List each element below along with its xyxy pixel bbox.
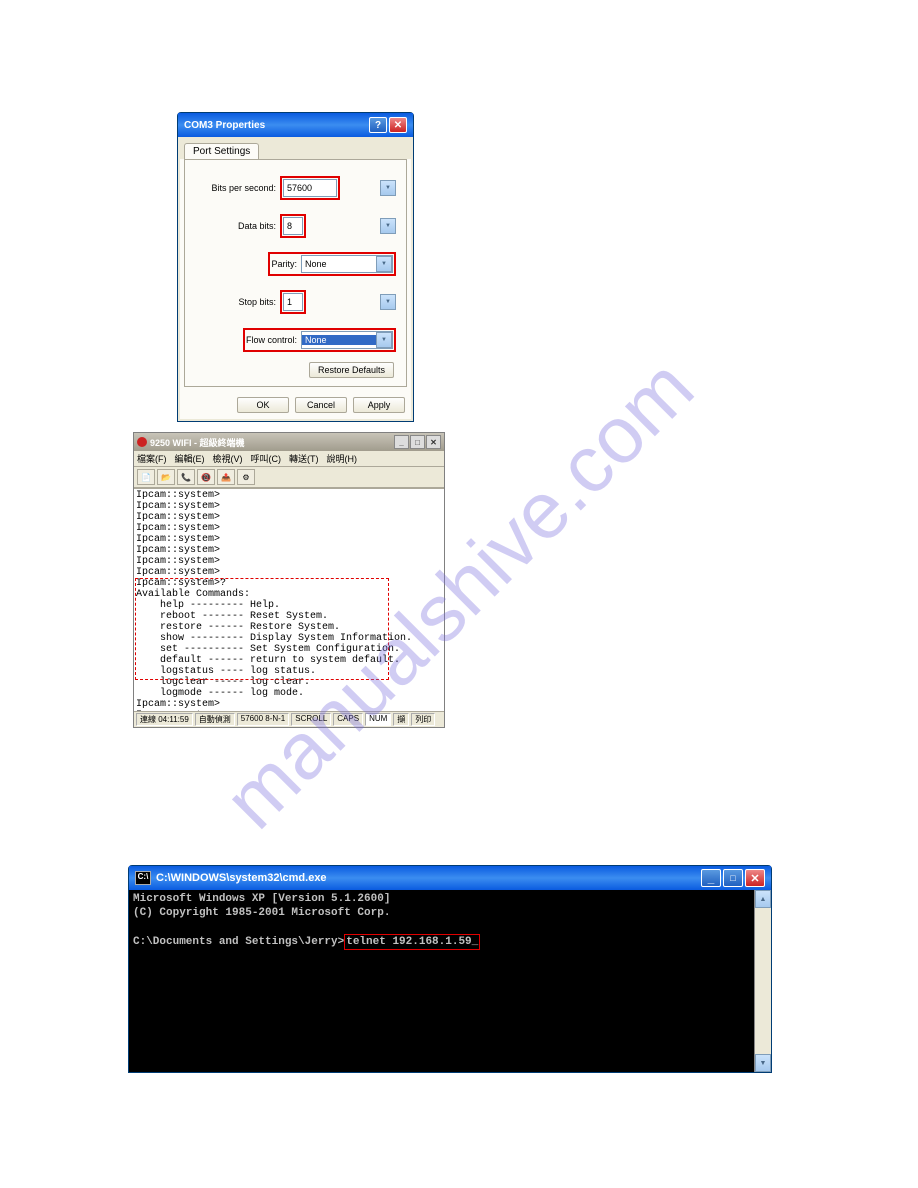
databits-value: 8 — [284, 221, 302, 231]
cmd-command-highlight: telnet 192.168.1.59_ — [344, 934, 480, 950]
menu-view[interactable]: 檢視(V) — [213, 452, 243, 465]
menu-transfer[interactable]: 轉送(T) — [289, 452, 319, 465]
menu-edit[interactable]: 編輯(E) — [175, 452, 205, 465]
restore-defaults-button[interactable]: Restore Defaults — [309, 362, 394, 378]
new-icon[interactable]: 📄 — [137, 469, 155, 485]
bps-combo[interactable]: 57600 — [283, 179, 337, 197]
flow-value: None — [302, 335, 376, 345]
hyper-titlebar: 9250 WIFI - 超級終端機 _ □ ✕ — [134, 433, 444, 451]
parity-value: None — [302, 259, 376, 269]
commands-highlight — [135, 578, 389, 680]
chevron-down-icon[interactable]: ▼ — [376, 256, 392, 272]
minimize-icon[interactable]: _ — [701, 869, 721, 887]
app-icon — [137, 437, 147, 447]
menu-help[interactable]: 說明(H) — [327, 452, 358, 465]
chevron-down-icon[interactable]: ▼ — [380, 294, 396, 310]
parity-label: Parity: — [271, 259, 297, 269]
chevron-down-icon[interactable]: ▼ — [380, 180, 396, 196]
minimize-icon[interactable]: _ — [394, 435, 409, 449]
tab-port-settings[interactable]: Port Settings — [184, 143, 259, 159]
cmd-output[interactable]: Microsoft Windows XP [Version 5.1.2600] … — [129, 890, 754, 1072]
scroll-up-icon[interactable]: ▲ — [755, 890, 771, 908]
flow-combo[interactable]: None ▼ — [301, 331, 393, 349]
status-time: 連線 04:11:59 — [136, 713, 193, 726]
tab-panel: Bits per second: 57600 ▼ Data bits: 8 ▼ — [184, 159, 407, 387]
flow-label: Flow control: — [246, 335, 297, 345]
status-print: 列印 — [411, 713, 435, 726]
cmd-window: C:\ C:\WINDOWS\system32\cmd.exe _ □ ✕ Mi… — [128, 865, 772, 1073]
maximize-icon[interactable]: □ — [723, 869, 743, 887]
tab-bar: Port Settings — [180, 139, 411, 159]
status-num: NUM — [365, 713, 391, 726]
chevron-down-icon[interactable]: ▼ — [376, 332, 392, 348]
status-scroll: SCROLL — [291, 713, 331, 726]
close-icon[interactable]: ✕ — [389, 117, 407, 133]
flow-highlight: Flow control: None ▼ — [243, 328, 396, 352]
props-icon[interactable]: ⚙ — [237, 469, 255, 485]
menu-call[interactable]: 呼叫(C) — [251, 452, 282, 465]
parity-combo[interactable]: None ▼ — [301, 255, 393, 273]
dialog-buttons: OK Cancel Apply — [180, 391, 411, 419]
databits-combo[interactable]: 8 — [283, 217, 303, 235]
hyper-title: 9250 WIFI - 超級終端機 — [150, 436, 245, 449]
send-icon[interactable]: 📤 — [217, 469, 235, 485]
databits-label: Data bits: — [238, 221, 276, 231]
connect-icon[interactable]: 📞 — [177, 469, 195, 485]
status-caps: CAPS — [333, 713, 363, 726]
stopbits-combo[interactable]: 1 — [283, 293, 303, 311]
com3-titlebar: COM3 Properties ? ✕ — [178, 113, 413, 137]
hyper-statusbar: 連線 04:11:59 自動偵測 57600 8-N-1 SCROLL CAPS… — [134, 711, 444, 727]
hyper-toolbar: 📄 📂 📞 📵 📤 ⚙ — [134, 467, 444, 488]
status-capture: 擷 — [393, 713, 409, 726]
menu-file[interactable]: 檔案(F) — [137, 452, 167, 465]
close-icon[interactable]: ✕ — [745, 869, 765, 887]
stopbits-value: 1 — [284, 297, 302, 307]
disconnect-icon[interactable]: 📵 — [197, 469, 215, 485]
cmd-titlebar: C:\ C:\WINDOWS\system32\cmd.exe _ □ ✕ — [129, 866, 771, 890]
open-icon[interactable]: 📂 — [157, 469, 175, 485]
chevron-down-icon[interactable]: ▼ — [380, 218, 396, 234]
bps-label: Bits per second: — [211, 183, 276, 193]
parity-highlight: Parity: None ▼ — [268, 252, 396, 276]
bps-highlight: 57600 — [280, 176, 340, 200]
com3-title: COM3 Properties — [184, 120, 265, 131]
ok-button[interactable]: OK — [237, 397, 289, 413]
hyperterminal-window: 9250 WIFI - 超級終端機 _ □ ✕ 檔案(F) 編輯(E) 檢視(V… — [133, 432, 445, 728]
titlebar-buttons: ? ✕ — [369, 117, 407, 133]
com3-body: Port Settings Bits per second: 57600 ▼ D… — [180, 139, 411, 419]
close-icon[interactable]: ✕ — [426, 435, 441, 449]
cmd-scrollbar[interactable]: ▲ ▼ — [754, 890, 771, 1072]
cmd-line1: Microsoft Windows XP [Version 5.1.2600] — [133, 893, 390, 905]
apply-button[interactable]: Apply — [353, 397, 405, 413]
hyper-terminal-output[interactable]: Ipcam::system> Ipcam::system> Ipcam::sys… — [134, 488, 444, 711]
stopbits-label: Stop bits: — [238, 297, 276, 307]
stopbits-highlight: 1 — [280, 290, 306, 314]
hyper-menu: 檔案(F) 編輯(E) 檢視(V) 呼叫(C) 轉送(T) 說明(H) — [134, 451, 444, 467]
bps-value: 57600 — [284, 183, 336, 193]
cmd-icon: C:\ — [135, 871, 151, 885]
scroll-down-icon[interactable]: ▼ — [755, 1054, 771, 1072]
com3-properties-dialog: COM3 Properties ? ✕ Port Settings Bits p… — [177, 112, 414, 422]
status-params: 57600 8-N-1 — [237, 713, 289, 726]
cmd-line2: (C) Copyright 1985-2001 Microsoft Corp. — [133, 907, 390, 919]
cancel-button[interactable]: Cancel — [295, 397, 347, 413]
databits-highlight: 8 — [280, 214, 306, 238]
status-detect: 自動偵測 — [195, 713, 235, 726]
cmd-title: C:\WINDOWS\system32\cmd.exe — [156, 872, 327, 884]
maximize-icon[interactable]: □ — [410, 435, 425, 449]
help-icon[interactable]: ? — [369, 117, 387, 133]
cmd-prompt: C:\Documents and Settings\Jerry> — [133, 936, 344, 948]
